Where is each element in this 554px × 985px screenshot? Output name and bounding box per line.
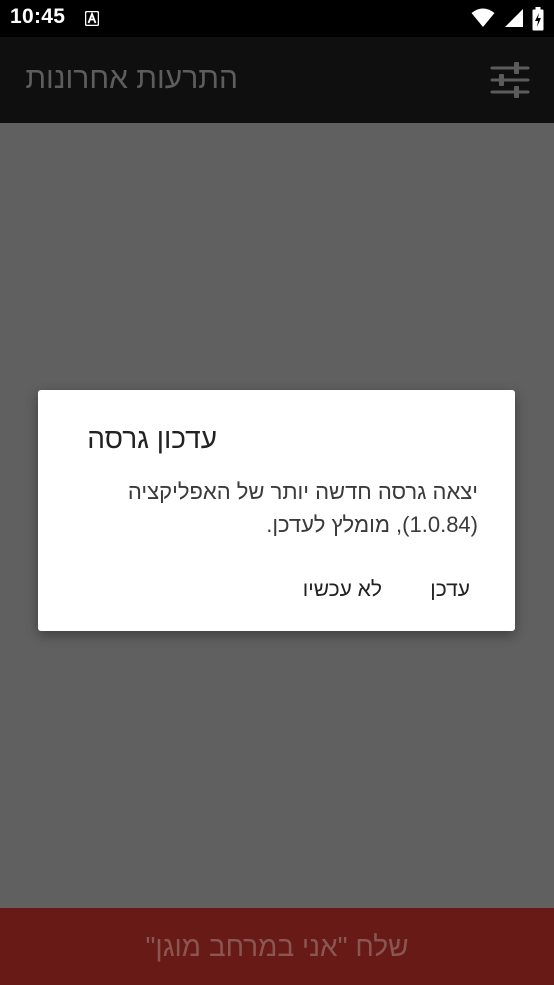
a-letter-notification-icon [85, 11, 99, 26]
dialog-message: יצאה גרסה חדשה יותר של האפליקציה (1.0.84… [58, 475, 478, 541]
send-protected-space-button[interactable]: שלח "אני במרחב מוגן" [0, 908, 554, 985]
page-title: התרעות אחרונות [25, 62, 238, 95]
dialog-title: עדכון גרסה [87, 423, 217, 454]
status-time: 10:45 [10, 5, 66, 28]
status-icons [467, 7, 544, 31]
dialog-message-line2: (1.0.84), מומלץ לעדכן. [266, 512, 478, 537]
dialog-message-line1: יצאה גרסה חדשה יותר של האפליקציה [127, 479, 478, 504]
update-dialog: עדכון גרסה יצאה גרסה חדשה יותר של האפליק… [38, 390, 515, 631]
not-now-button[interactable]: לא עכשיו [303, 568, 382, 612]
battery-charging-icon [532, 7, 544, 31]
signal-icon [504, 9, 523, 27]
sliders-icon[interactable] [489, 59, 531, 101]
status-bar: 10:45 [0, 0, 554, 37]
dialog-actions: עדכן לא עכשיו [38, 568, 515, 612]
update-button[interactable]: עדכן [430, 568, 470, 612]
wifi-icon [471, 8, 495, 27]
app-bar: התרעות אחרונות [0, 37, 554, 123]
